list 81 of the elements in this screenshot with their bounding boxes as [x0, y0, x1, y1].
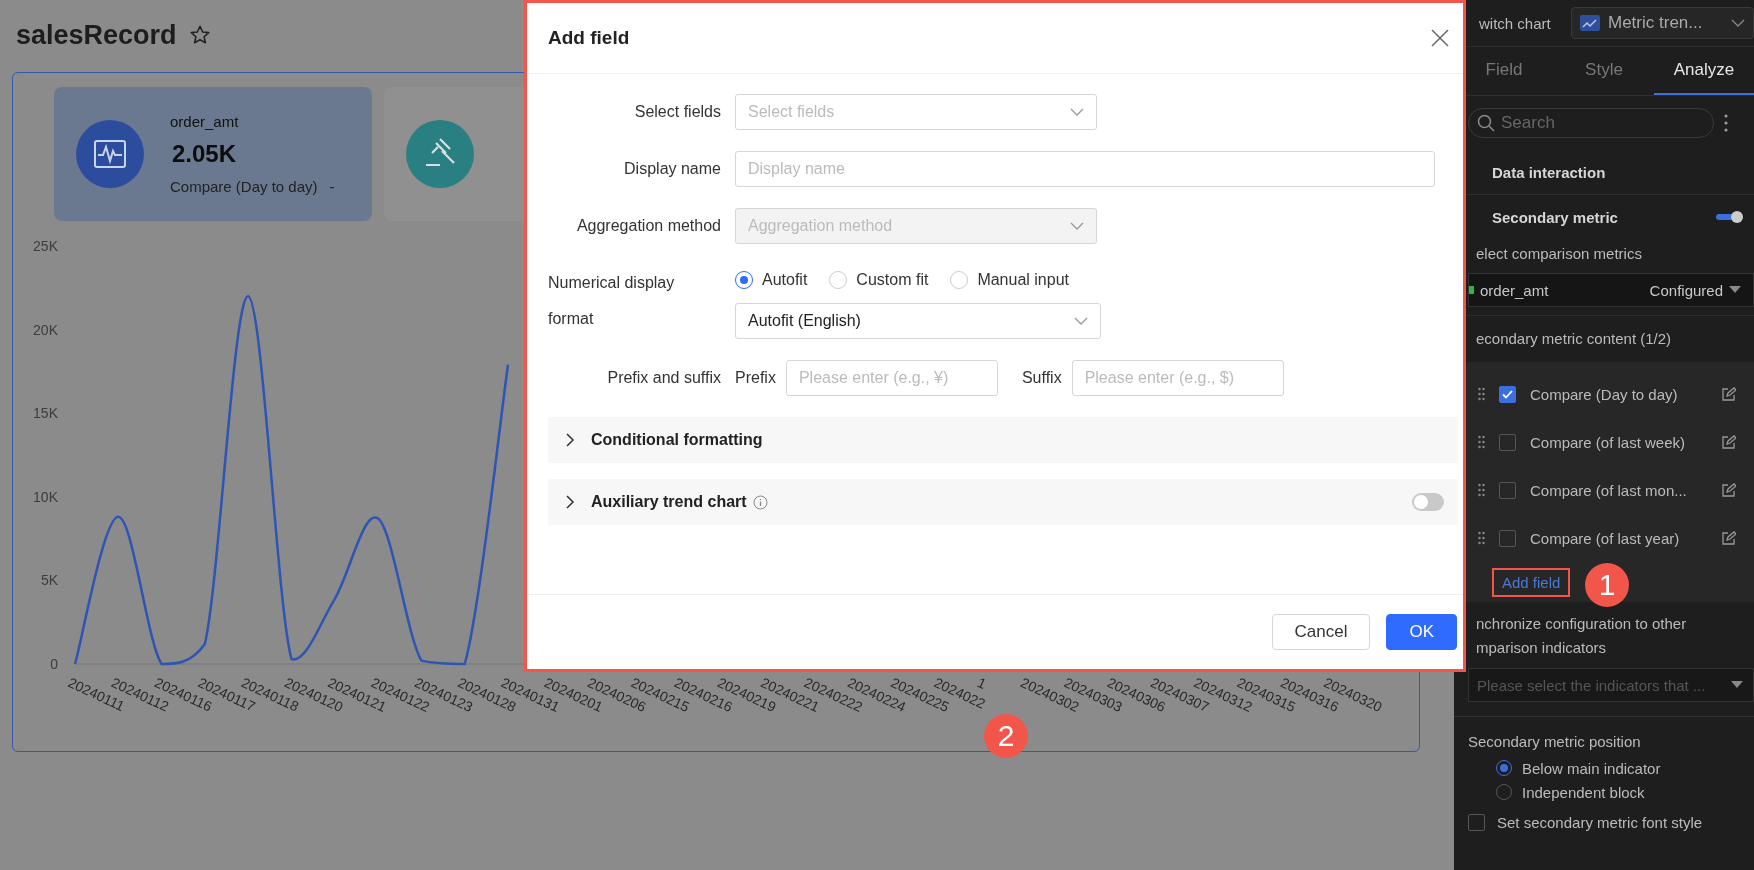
caret-icon: [1731, 18, 1745, 28]
section-title: Conditional formatting: [591, 431, 763, 449]
toggle-switch[interactable]: [1412, 493, 1444, 511]
option-label: Manual input: [977, 271, 1069, 289]
caret-icon: [1070, 221, 1084, 231]
option-label: Independent block: [1522, 783, 1645, 801]
edit-icon[interactable]: [1721, 434, 1736, 450]
cancel-button[interactable]: Cancel: [1271, 614, 1371, 650]
y-axis-label: 5K: [40, 572, 58, 589]
field-label: Prefix and suffix: [606, 369, 722, 387]
field-label: elect comparison metrics: [1475, 244, 1643, 264]
section-title: Auxiliary trend chart: [591, 493, 747, 511]
caret-icon: [1070, 107, 1084, 117]
input-field[interactable]: Display name: [735, 151, 1435, 187]
chart-type-select[interactable]: Metric tren...: [1571, 7, 1754, 39]
option-label: Custom fit: [856, 271, 929, 289]
check-icon: [1502, 389, 1513, 399]
star-icon[interactable]: [188, 24, 211, 46]
indicator-select[interactable]: Please select the indicators that ...: [1468, 668, 1754, 702]
drag-handle-icon[interactable]: [1478, 435, 1485, 449]
panel-tab[interactable]: Style: [1554, 47, 1654, 95]
checkbox[interactable]: [1499, 385, 1516, 403]
add-field-link[interactable]: Add field: [1492, 567, 1571, 597]
format-select[interactable]: Autofit (English): [735, 303, 1101, 339]
prefix-label: Prefix: [735, 369, 776, 387]
caret-icon: [1729, 286, 1741, 294]
ok-button[interactable]: OK: [1386, 614, 1457, 650]
edit-icon[interactable]: [1721, 530, 1736, 546]
collapse-panel[interactable]: Conditional formatting: [548, 417, 1458, 463]
metric-name: order_amt: [170, 113, 240, 130]
compare-label: Compare (Day to day): [170, 178, 318, 195]
drag-handle-icon[interactable]: [1478, 483, 1485, 497]
checkbox[interactable]: [1499, 433, 1516, 451]
prefix-input[interactable]: Please enter (e.g., ¥): [785, 360, 998, 396]
metric-value: 2.05K: [172, 140, 238, 168]
y-axis-label: 25K: [33, 238, 58, 254]
field-label: Display name: [623, 160, 722, 178]
info-icon: [752, 494, 768, 510]
edit-icon[interactable]: [1721, 386, 1736, 402]
section-heading: Secondary metric: [1492, 208, 1618, 226]
search-icon: [1477, 114, 1495, 132]
compare-value: -: [329, 178, 335, 195]
close-icon[interactable]: [1431, 29, 1449, 47]
option-label: Autofit: [762, 271, 808, 289]
caret-icon: [1074, 316, 1088, 326]
suffix-label: Suffix: [1021, 369, 1062, 387]
collapse-panel[interactable]: Auxiliary trend chart: [548, 479, 1458, 525]
edit-icon[interactable]: [1721, 482, 1736, 498]
radio-button[interactable]: [735, 271, 753, 289]
y-axis-label: 10K: [33, 488, 58, 505]
section-heading: Data interaction: [1492, 163, 1606, 181]
metric-select[interactable]: order_amt Configured: [1468, 273, 1754, 307]
dashboard-title: salesRecord: [16, 19, 177, 51]
y-axis-label: 15K: [33, 405, 58, 422]
y-axis-label: 20K: [33, 321, 58, 338]
caret-icon: [1731, 681, 1743, 689]
checkbox[interactable]: [1499, 529, 1516, 547]
panel-tab[interactable]: Field: [1454, 47, 1554, 95]
panel-tab[interactable]: Analyze: [1654, 47, 1754, 95]
drag-handle-icon[interactable]: [1478, 387, 1485, 401]
field-label: Aggregation method: [575, 217, 722, 235]
suffix-input[interactable]: Please enter (e.g., $): [1071, 360, 1284, 396]
dialog-title: Add field: [548, 27, 630, 49]
checkbox[interactable]: [1499, 481, 1516, 499]
more-icon[interactable]: [1724, 114, 1728, 132]
y-axis-label: 0: [50, 656, 58, 672]
item-label: Compare (of last year): [1530, 529, 1681, 547]
item-label: Compare (of last week): [1530, 433, 1687, 451]
field-label: Numerical display format: [548, 273, 676, 329]
toggle-switch[interactable]: [1716, 214, 1740, 220]
switch-chart-label: witch chart: [1479, 14, 1551, 32]
chart-icon: [1580, 15, 1600, 31]
option-label: Below main indicator: [1522, 759, 1661, 777]
item-label: Compare (Day to day): [1530, 385, 1679, 403]
option-label: Set secondary metric font style: [1497, 814, 1703, 831]
drag-handle-icon[interactable]: [1478, 531, 1485, 545]
field-label: Select fields: [633, 103, 722, 121]
checkbox[interactable]: [1468, 814, 1485, 831]
item-label: Compare (of last mon...: [1530, 481, 1688, 499]
field-label: Secondary metric position: [1454, 716, 1754, 756]
field-label: nchronize configuration to other mparison indicators: [1475, 614, 1688, 658]
